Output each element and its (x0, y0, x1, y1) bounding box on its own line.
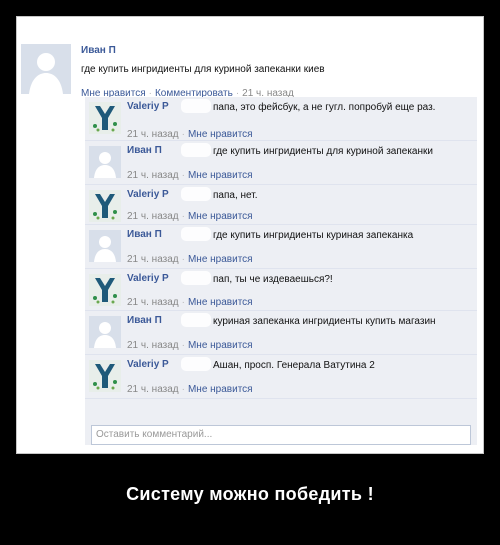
valeriy-avatar[interactable] (89, 190, 121, 222)
redacted-surname (181, 143, 211, 157)
comment-author[interactable]: Иван П (127, 315, 162, 326)
facebook-post: Иван П где купить ингридиенты для курино… (16, 16, 484, 454)
comment-like-link[interactable]: Мне нравится (188, 254, 253, 265)
separator: · (181, 297, 185, 308)
separator: · (181, 254, 185, 265)
post-text: где купить ингридиенты для куриной запек… (81, 64, 325, 75)
comment-timestamp[interactable]: 21 ч. назад (127, 340, 179, 351)
comment-item: Valeriy P пап, ты че издеваешься?! 21 ч. н… (85, 269, 477, 311)
separator: · (181, 211, 185, 222)
comment-text: папа, это фейсбук, а не гугл. попробуй е… (213, 102, 436, 113)
comment-text: куриная запеканка ингридиенты купить маг… (213, 316, 436, 327)
demotivator-caption: Систему можно победить ! (126, 484, 374, 504)
comment-item: Иван П где купить ингридиенты для куриной… (85, 141, 477, 185)
comment-timestamp[interactable]: 21 ч. назад (127, 129, 179, 140)
comment-author[interactable]: Иван П (127, 229, 162, 240)
comment-like-link[interactable]: Мне нравится (188, 384, 253, 395)
comment-meta: 21 ч. назад · Мне нравится (127, 379, 253, 397)
comment-text: пап, ты че издеваешься?! (213, 274, 333, 285)
redacted-surname (181, 271, 211, 285)
default-user-avatar[interactable] (89, 146, 121, 178)
comment-timestamp[interactable]: 21 ч. назад (127, 297, 179, 308)
comment-item: Valeriy P папа, это фейсбук, а не гугл. п… (85, 97, 477, 141)
comment-input[interactable]: Оставить комментарий... (91, 425, 471, 445)
comment-like-link[interactable]: Мне нравится (188, 129, 253, 140)
redacted-surname (181, 357, 211, 371)
comment-author[interactable]: Valeriy P (127, 101, 169, 112)
comment-text: где купить ингридиенты для куриной запек… (213, 146, 433, 157)
valeriy-avatar[interactable] (89, 102, 121, 134)
comment-input-placeholder: Оставить комментарий... (96, 429, 213, 440)
comment-text: где купить ингридиенты куриная запеканка (213, 230, 414, 241)
post-author[interactable]: Иван П (81, 45, 116, 56)
separator: · (181, 170, 185, 181)
redacted-surname (181, 227, 211, 241)
comment-like-link[interactable]: Мне нравится (188, 170, 253, 181)
separator: · (181, 384, 185, 395)
redacted-surname (181, 187, 211, 201)
comment-timestamp[interactable]: 21 ч. назад (127, 254, 179, 265)
redacted-surname (181, 99, 211, 113)
separator: · (181, 129, 185, 140)
valeriy-avatar[interactable] (89, 274, 121, 306)
comment-item: Иван П где купить ингридиенты куриная зап… (85, 225, 477, 269)
comment-like-link[interactable]: Мне нравится (188, 297, 253, 308)
comment-item: Valeriy P Ашан, просп. Генерала Ватутина … (85, 355, 477, 399)
default-user-avatar[interactable] (89, 230, 121, 262)
comment-timestamp[interactable]: 21 ч. назад (127, 170, 179, 181)
comment-timestamp[interactable]: 21 ч. назад (127, 211, 179, 222)
comment-text: папа, нет. (213, 190, 258, 201)
comment-meta: 21 ч. назад · Мне нравится (127, 124, 253, 142)
default-user-avatar[interactable] (89, 316, 121, 348)
comment-author[interactable]: Valeriy P (127, 359, 169, 370)
valeriy-avatar[interactable] (89, 360, 121, 392)
comment-author[interactable]: Valeriy P (127, 189, 169, 200)
comment-meta: 21 ч. назад · Мне нравится (127, 249, 253, 267)
comment-like-link[interactable]: Мне нравится (188, 340, 253, 351)
default-user-avatar[interactable] (21, 44, 71, 94)
comments-list: Valeriy P папа, это фейсбук, а не гугл. п… (85, 97, 477, 445)
comment-meta: 21 ч. назад · Мне нравится (127, 206, 253, 224)
comment-like-link[interactable]: Мне нравится (188, 211, 253, 222)
comment-meta: 21 ч. назад · Мне нравится (127, 335, 253, 353)
comment-item: Иван П куриная запеканка ингридиенты купи… (85, 311, 477, 355)
separator: · (181, 340, 185, 351)
redacted-surname (181, 313, 211, 327)
comment-timestamp[interactable]: 21 ч. назад (127, 384, 179, 395)
comment-meta: 21 ч. назад · Мне нравится (127, 292, 253, 310)
comment-author[interactable]: Valeriy P (127, 273, 169, 284)
comment-text: Ашан, просп. Генерала Ватутина 2 (213, 360, 375, 371)
comment-meta: 21 ч. назад · Мне нравится (127, 165, 253, 183)
comment-author[interactable]: Иван П (127, 145, 162, 156)
comment-item: Valeriy P папа, нет. 21 ч. назад · Мне нрави… (85, 185, 477, 225)
